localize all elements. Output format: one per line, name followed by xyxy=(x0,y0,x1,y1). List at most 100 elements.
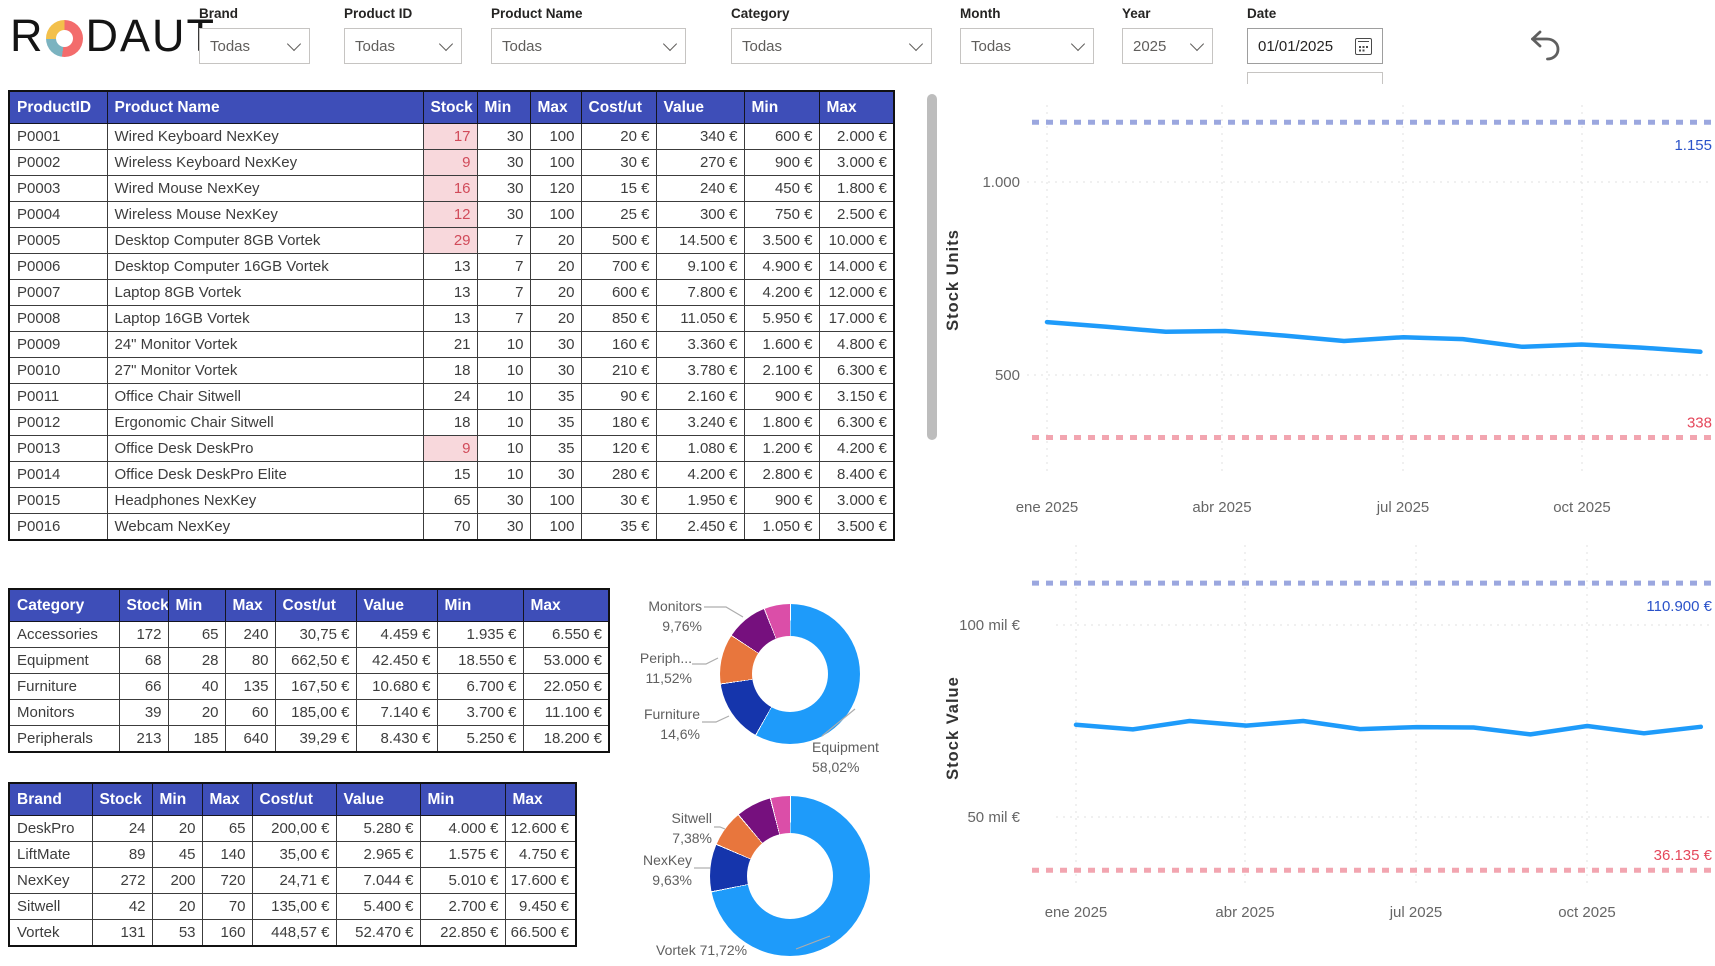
product-name-dropdown[interactable]: Todas xyxy=(491,28,686,64)
max-reference-label: 1.155 xyxy=(1674,137,1712,154)
year-dropdown[interactable]: 2025 xyxy=(1122,28,1213,64)
table-row[interactable]: P0010 27" Monitor Vortek 18 10 30 210 €3.780 … xyxy=(8,357,895,384)
column-header[interactable]: Product Name xyxy=(106,90,424,124)
cell: 900 € xyxy=(743,487,820,514)
calendar-icon[interactable] xyxy=(1355,37,1372,55)
column-header[interactable]: Min xyxy=(436,588,524,622)
column-header[interactable]: Cost/ut xyxy=(274,588,357,622)
cell: 7.800 € xyxy=(655,279,745,306)
column-header[interactable]: Min xyxy=(476,90,531,124)
table-row[interactable]: P0012 Ergonomic Chair Sitwell 18 10 35 180 €3… xyxy=(8,409,895,436)
cell: 213 xyxy=(118,725,169,752)
cell: 89 xyxy=(91,841,153,868)
column-header[interactable]: Value xyxy=(335,782,421,816)
cell: 3.150 € xyxy=(818,383,895,410)
column-header[interactable]: Cost/ut xyxy=(580,90,657,124)
cell: 1.050 € xyxy=(743,513,820,540)
table-row[interactable]: Monitors 39 20 60 185,00 €7.140 €3.700 €11.1… xyxy=(8,699,610,726)
brand-dropdown[interactable]: Todas xyxy=(199,28,310,64)
cell: 900 € xyxy=(743,383,820,410)
column-header[interactable]: Max xyxy=(504,782,577,816)
table-row[interactable]: P0011 Office Chair Sitwell 24 10 35 90 €2.160… xyxy=(8,383,895,410)
column-header[interactable]: Value xyxy=(355,588,438,622)
cell: P0003 xyxy=(8,175,108,202)
donut-callout-peripherals: Periph... 11,52% xyxy=(639,650,692,686)
cell: 3.240 € xyxy=(655,409,745,436)
table-row[interactable]: P0003 Wired Mouse NexKey 16 30 120 15 €240 €4… xyxy=(8,175,895,202)
table-row[interactable]: P0013 Office Desk DeskPro 9 10 35 120 €1.080 … xyxy=(8,435,895,462)
column-header[interactable]: Value xyxy=(655,90,745,124)
cell: Laptop 16GB Vortek xyxy=(106,305,424,332)
table-row[interactable]: P0004 Wireless Mouse NexKey 12 30 100 25 €300… xyxy=(8,201,895,228)
cell: 9 xyxy=(422,149,478,176)
chevron-down-icon xyxy=(662,36,678,52)
category-dropdown[interactable]: Todas xyxy=(731,28,932,64)
column-header[interactable]: Min xyxy=(419,782,506,816)
cell: 35 xyxy=(529,409,582,436)
cell: 39,29 € xyxy=(274,725,357,752)
column-header[interactable]: Max xyxy=(201,782,253,816)
cell: 160 € xyxy=(580,331,657,358)
table-row[interactable]: P0016 Webcam NexKey 70 30 100 35 €2.450 €1.05… xyxy=(8,513,895,540)
cell: 210 € xyxy=(580,357,657,384)
table-row[interactable]: P0006 Desktop Computer 16GB Vortek 13 7 20 70… xyxy=(8,253,895,280)
brand-donut-chart[interactable] xyxy=(710,796,870,956)
column-header[interactable]: Min xyxy=(151,782,203,816)
undo-button[interactable] xyxy=(1526,26,1566,66)
table-row[interactable]: P0009 24" Monitor Vortek 21 10 30 160 €3.360 … xyxy=(8,331,895,358)
column-header[interactable]: Min xyxy=(167,588,226,622)
table-row[interactable]: Sitwell 42 20 70 135,00 €5.400 €2.700 €9.450… xyxy=(8,893,577,920)
column-header[interactable]: Category xyxy=(8,588,120,622)
cell: 2.000 € xyxy=(818,123,895,150)
cell: 30 xyxy=(476,175,531,202)
table-row[interactable]: LiftMate 89 45 140 35,00 €2.965 €1.575 €4.75… xyxy=(8,841,577,868)
table-row[interactable]: Accessories 172 65 240 30,75 €4.459 €1.935 €… xyxy=(8,621,610,648)
table-row[interactable]: NexKey 272 200 720 24,71 €7.044 €5.010 €17.6… xyxy=(8,867,577,894)
date-input[interactable]: 01/01/2025 xyxy=(1247,28,1383,64)
cell: 4.900 € xyxy=(743,253,820,280)
cell: LiftMate xyxy=(8,841,93,868)
header-row: Category Stock Min Max Cost/ut Value Min Max xyxy=(8,588,610,622)
table-row[interactable]: P0005 Desktop Computer 8GB Vortek 29 7 20 500… xyxy=(8,227,895,254)
table-row[interactable]: P0014 Office Desk DeskPro Elite 15 10 30 280 … xyxy=(8,461,895,488)
date-range-end-input[interactable] xyxy=(1247,72,1383,84)
column-header[interactable]: Min xyxy=(743,90,820,124)
table-row[interactable]: P0007 Laptop 8GB Vortek 13 7 20 600 €7.800 €4… xyxy=(8,279,895,306)
table-row[interactable]: DeskPro 24 20 65 200,00 €5.280 €4.000 €12.60… xyxy=(8,815,577,842)
table-row[interactable]: P0008 Laptop 16GB Vortek 13 7 20 850 €11.050 … xyxy=(8,305,895,332)
y-tick-label: 100 mil € xyxy=(959,617,1021,634)
category-donut-chart[interactable] xyxy=(720,604,860,744)
product-id-dropdown[interactable]: Todas xyxy=(344,28,462,64)
cell: 65 xyxy=(167,621,226,648)
table-row[interactable]: P0015 Headphones NexKey 65 30 100 30 €1.950 €… xyxy=(8,487,895,514)
cell: 6.550 € xyxy=(522,621,610,648)
column-header[interactable]: ProductID xyxy=(8,90,108,124)
cell: 120 € xyxy=(580,435,657,462)
table-row[interactable]: Vortek 131 53 160 448,57 €52.470 €22.850 €66… xyxy=(8,919,577,946)
table-row[interactable]: Furniture 66 40 135 167,50 €10.680 €6.700 €2… xyxy=(8,673,610,700)
table-row[interactable]: P0002 Wireless Keyboard NexKey 9 30 100 30 €2… xyxy=(8,149,895,176)
table-row[interactable]: P0001 Wired Keyboard NexKey 17 30 100 20 €340… xyxy=(8,123,895,150)
line-series xyxy=(1044,319,1703,355)
column-header[interactable]: Max xyxy=(529,90,582,124)
cell: 3.000 € xyxy=(818,149,895,176)
table-row[interactable]: Peripherals 213 185 640 39,29 €8.430 €5.250 … xyxy=(8,725,610,752)
column-header[interactable]: Stock xyxy=(118,588,169,622)
cell: 120 xyxy=(529,175,582,202)
cell: 750 € xyxy=(743,201,820,228)
cell: 7 xyxy=(476,253,531,280)
column-header[interactable]: Stock xyxy=(422,90,478,124)
donut-callout-equipment: Equipment 58,02% xyxy=(812,739,879,775)
column-header[interactable]: Stock xyxy=(91,782,153,816)
cell: 30 xyxy=(529,331,582,358)
cell: 30 xyxy=(529,461,582,488)
cell: 4.459 € xyxy=(355,621,438,648)
table-row[interactable]: Equipment 68 28 80 662,50 €42.450 €18.550 €5… xyxy=(8,647,610,674)
column-header[interactable]: Max xyxy=(818,90,895,124)
month-dropdown[interactable]: Todas xyxy=(960,28,1094,64)
column-header[interactable]: Cost/ut xyxy=(251,782,337,816)
cell: 100 xyxy=(529,201,582,228)
column-header[interactable]: Max xyxy=(522,588,610,622)
column-header[interactable]: Brand xyxy=(8,782,93,816)
column-header[interactable]: Max xyxy=(224,588,276,622)
